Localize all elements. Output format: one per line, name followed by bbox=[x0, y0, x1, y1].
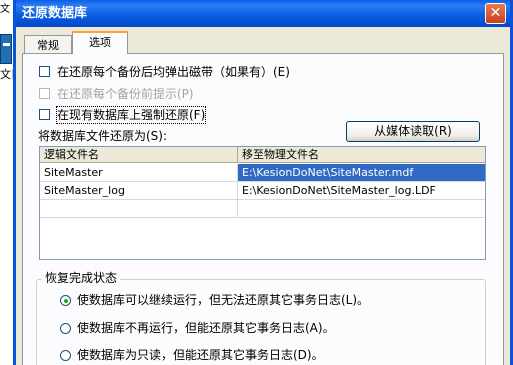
table-row-empty[interactable] bbox=[40, 200, 485, 218]
table-row[interactable]: SiteMaster E:\KesionDoNet\SiteMaster.mdf bbox=[40, 164, 485, 182]
background-app-icon bbox=[0, 34, 12, 64]
restore-database-dialog: 还原数据库 ✕ 常规 选项 在还原每个备份后均弹出磁带（如果有）(E) 在还原每… bbox=[13, 0, 513, 365]
checkbox-box bbox=[39, 88, 50, 99]
column-header-logical-name[interactable]: 逻辑文件名 bbox=[40, 147, 238, 163]
eject-tapes-label: 在还原每个备份后均弹出磁带（如果有）(E) bbox=[57, 65, 290, 79]
column-header-physical-name[interactable]: 移至物理文件名 bbox=[238, 147, 485, 163]
background-text-top: 文 bbox=[0, 4, 10, 15]
cell-logical-name[interactable] bbox=[40, 200, 238, 218]
dialog-title: 还原数据库 bbox=[22, 6, 88, 21]
recovery-option-nonoperational-label: 使数据库不再运行，但能还原其它事务日志(A)。 bbox=[77, 321, 335, 335]
cell-physical-name[interactable]: E:\KesionDoNet\SiteMaster_log.LDF bbox=[238, 182, 485, 200]
checkbox-box[interactable] bbox=[39, 66, 50, 77]
recovery-state-group-title: 恢复完成状态 bbox=[42, 271, 121, 285]
recovery-option-readonly-label: 使数据库为只读，但能还原其它事务日志(D)。 bbox=[77, 348, 324, 362]
radio-button[interactable] bbox=[60, 295, 71, 306]
grid-header: 逻辑文件名 移至物理文件名 bbox=[40, 147, 485, 163]
cell-physical-name[interactable] bbox=[238, 200, 485, 218]
cell-logical-name[interactable]: SiteMaster bbox=[40, 164, 238, 182]
prompt-before-restore-label: 在还原每个备份前提示(P) bbox=[57, 87, 194, 101]
force-restore-label: 在现有数据库上强制还原(F) bbox=[55, 106, 207, 124]
restore-files-as-label: 将数据库文件还原为(S): bbox=[38, 129, 168, 143]
tab-general[interactable]: 常规 bbox=[24, 35, 72, 53]
cell-logical-name[interactable]: SiteMaster_log bbox=[40, 182, 238, 200]
cell-physical-name[interactable]: E:\KesionDoNet\SiteMaster.mdf bbox=[238, 164, 485, 182]
recovery-option-operational-label: 使数据库可以继续运行，但无法还原其它事务日志(L)。 bbox=[77, 293, 370, 307]
table-row[interactable]: SiteMaster_log E:\KesionDoNet\SiteMaster… bbox=[40, 182, 485, 200]
dialog-title-bar[interactable]: 还原数据库 ✕ bbox=[16, 0, 510, 27]
file-mapping-grid[interactable]: 逻辑文件名 移至物理文件名 SiteMaster E:\KesionDoNet\… bbox=[39, 146, 486, 260]
close-icon: ✕ bbox=[489, 5, 502, 21]
close-button[interactable]: ✕ bbox=[485, 3, 506, 24]
radio-button[interactable] bbox=[60, 350, 71, 361]
read-from-media-button[interactable]: 从媒体读取(R) bbox=[346, 121, 480, 142]
radio-button[interactable] bbox=[60, 323, 71, 334]
checkbox-box[interactable] bbox=[39, 109, 50, 120]
tab-options[interactable]: 选项 bbox=[72, 31, 128, 54]
